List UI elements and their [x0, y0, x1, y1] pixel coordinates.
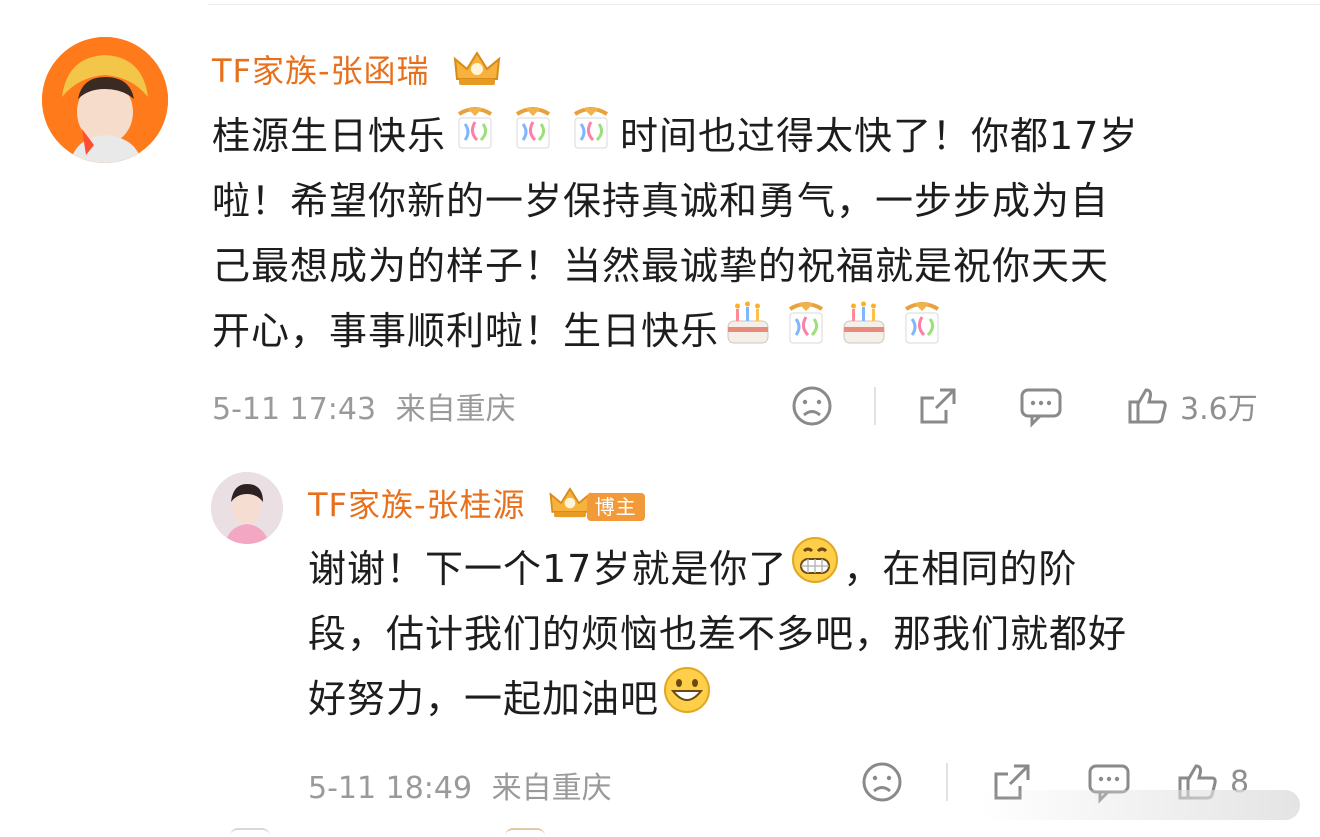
comment-meta: 5-11 17:43 来自重庆 — [212, 384, 516, 428]
comment-text-segment: 谢谢！下一个17岁就是你了 — [308, 547, 788, 591]
like-count: 3.6万 — [1180, 392, 1258, 427]
avatar[interactable] — [42, 37, 168, 163]
crown-badge-icon — [547, 485, 593, 529]
share-icon[interactable] — [916, 384, 960, 428]
watermark-overlay — [980, 790, 1300, 820]
party-popper-emoji — [507, 102, 559, 172]
author-badge: 博主 — [547, 485, 645, 529]
birthday-cake-emoji — [722, 297, 774, 367]
comment-text-segment: 啦！希望你新的一岁保持真诚和勇气，一步步成为自 — [212, 179, 1110, 223]
party-popper-emoji — [896, 297, 948, 367]
party-popper-emoji — [780, 297, 832, 367]
username[interactable]: TF家族-张函瑞 — [212, 46, 503, 97]
comment-text-segment: 段，估计我们的烦恼也差不多吧，那我们就都好 — [308, 612, 1128, 656]
thumbs-up-icon[interactable] — [1126, 384, 1170, 428]
avatar[interactable] — [211, 472, 283, 544]
crown-badge-icon — [451, 49, 503, 97]
comment-item: TF家族-张函瑞 桂源生日快乐 时间也过得太快了！你都17岁 啦！希望你新的一岁… — [0, 0, 1320, 450]
username-text[interactable]: TF家族-张函瑞 — [212, 52, 430, 90]
comment-text-segment: 时间也过得太快了！你都17岁 — [620, 114, 1139, 158]
comment-text-segment: 桂源生日快乐 — [212, 114, 447, 158]
comment-icon[interactable] — [1018, 384, 1064, 428]
next-comment-edge — [230, 828, 270, 837]
location: 来自重庆 — [395, 392, 516, 427]
divider — [946, 763, 948, 801]
timestamp: 5-11 17:43 — [212, 392, 377, 427]
username-text[interactable]: TF家族-张桂源 — [308, 486, 526, 524]
comment-item: TF家族-张桂源 博主 谢谢！下一个17岁就是你了 ，在相同的阶 段，估计我们的… — [0, 450, 1320, 837]
comment-text-segment: 好努力，一起加油吧 — [308, 677, 660, 721]
next-comment-edge — [505, 828, 545, 837]
author-badge-label: 博主 — [586, 493, 645, 521]
big-smile-emoji — [662, 665, 712, 735]
timestamp: 5-11 18:49 — [308, 771, 473, 806]
divider — [874, 387, 876, 425]
comment-actions: 3.6万 — [790, 381, 1258, 431]
comment-text: 谢谢！下一个17岁就是你了 ，在相同的阶 段，估计我们的烦恼也差不多吧，那我们就… — [308, 535, 1268, 735]
username[interactable]: TF家族-张桂源 博主 — [308, 480, 645, 529]
comment-text: 桂源生日快乐 时间也过得太快了！你都17岁 啦！希望你新的一岁保持真诚和勇气，一… — [212, 104, 1272, 364]
sad-face-icon[interactable] — [790, 384, 834, 428]
birthday-cake-emoji — [838, 297, 890, 367]
comment-meta: 5-11 18:49 来自重庆 — [308, 763, 612, 807]
party-popper-emoji — [565, 102, 617, 172]
comment-text-segment: 己最想成为的样子！当然最诚挚的祝福就是祝你天天 — [212, 244, 1110, 288]
sad-face-icon[interactable] — [860, 760, 904, 804]
comment-text-segment: ，在相同的阶 — [843, 547, 1078, 591]
location: 来自重庆 — [491, 771, 612, 806]
grinning-teeth-emoji — [790, 535, 840, 605]
comment-text-segment: 开心，事事顺利啦！生日快乐 — [212, 309, 720, 353]
party-popper-emoji — [449, 102, 501, 172]
